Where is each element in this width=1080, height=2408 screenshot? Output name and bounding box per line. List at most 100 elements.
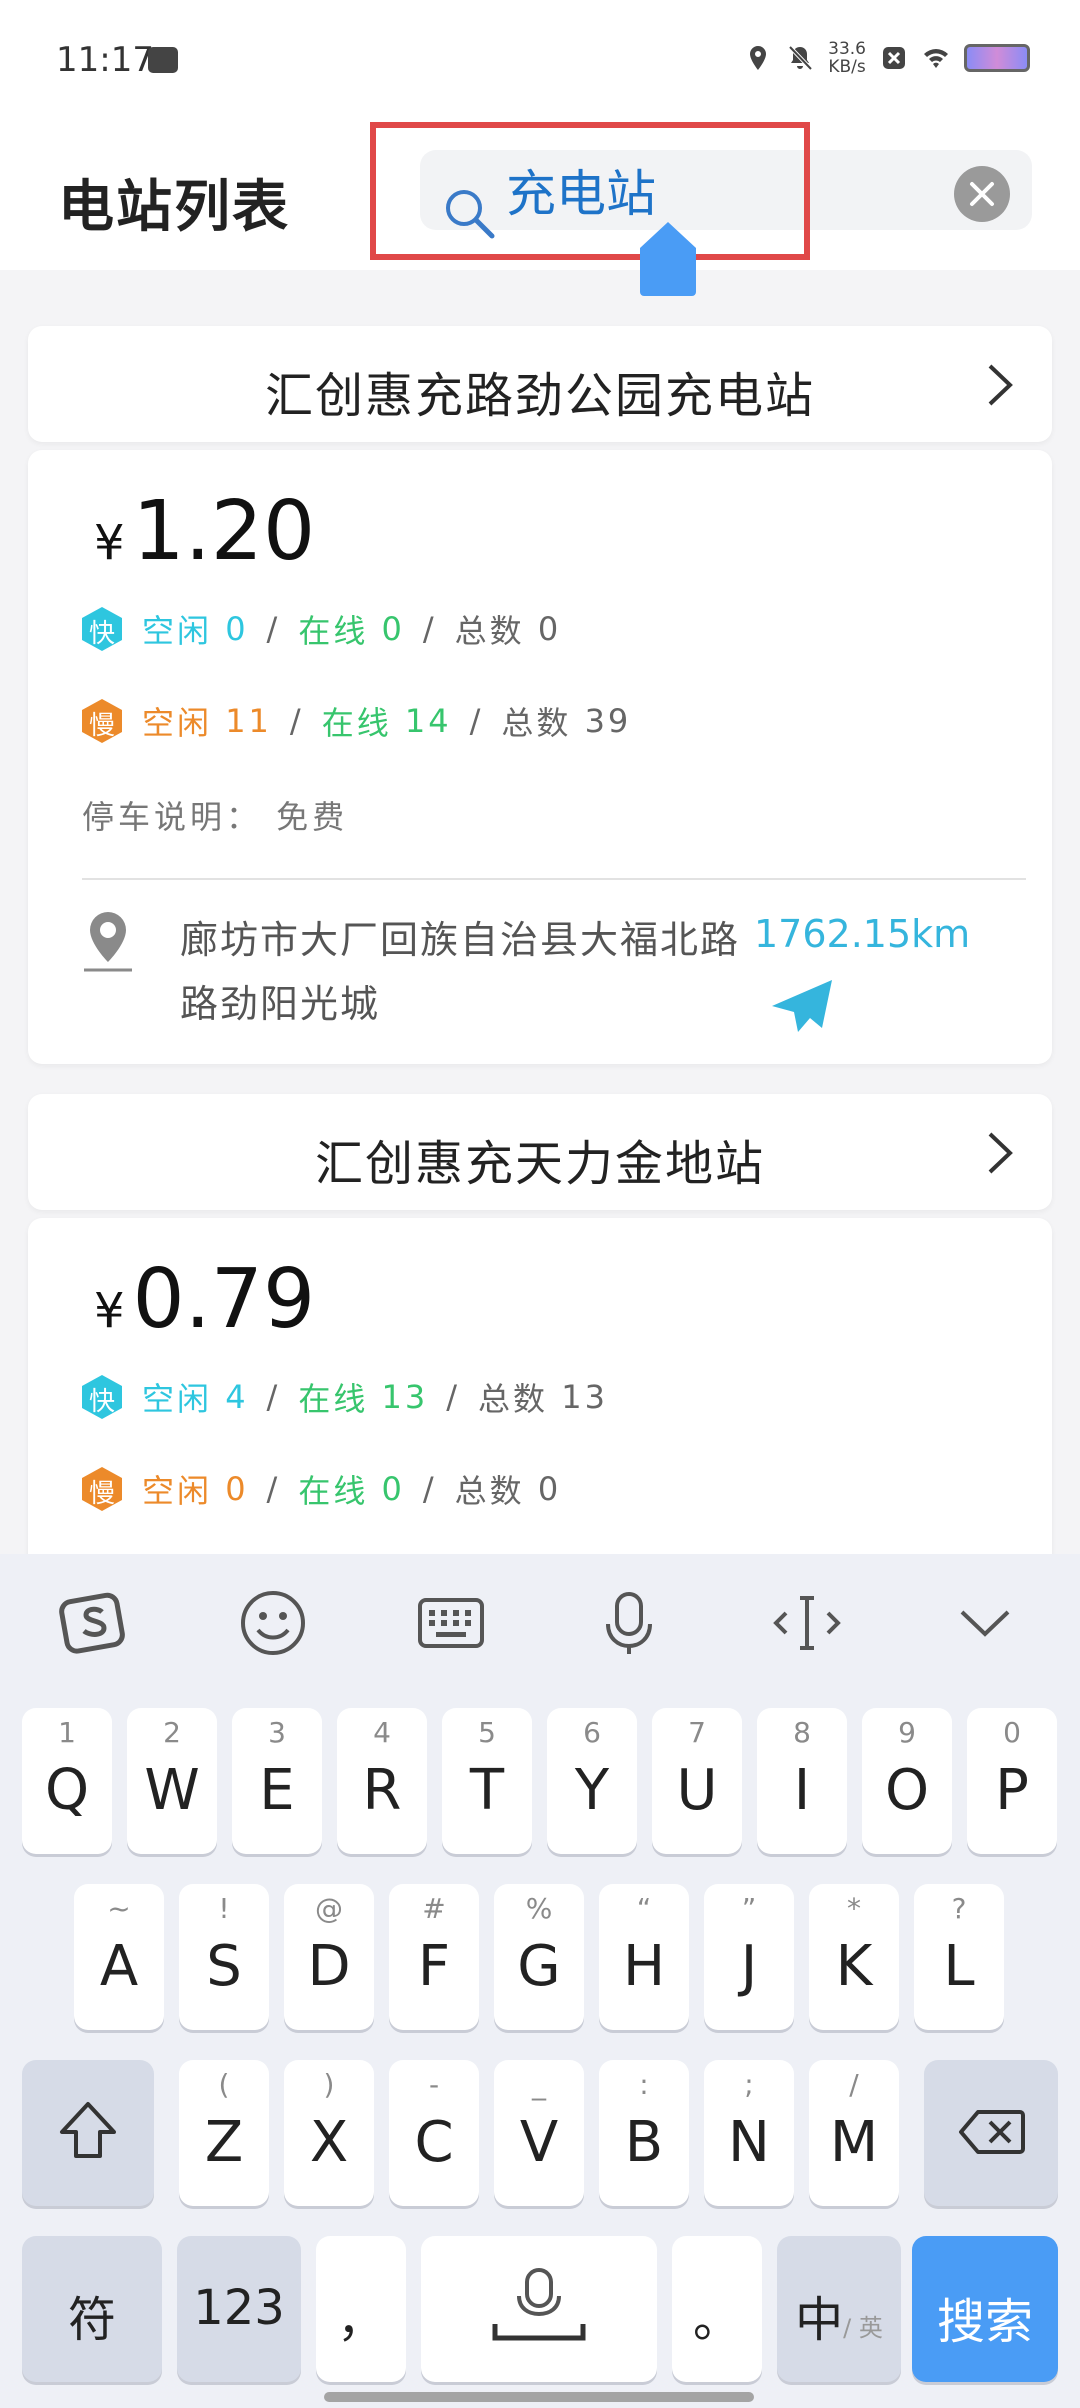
slow-charger-line: 慢 空闲 0 / 在线 0 / 总数 0 (82, 1466, 561, 1512)
key-hint: “ (636, 1892, 652, 1925)
text-cursor-handle[interactable] (640, 222, 696, 296)
key-hint: ” (741, 1892, 757, 1925)
key-label: Z (204, 2110, 244, 2175)
key-r[interactable]: 4R (337, 1708, 427, 1854)
search-input[interactable] (506, 158, 926, 222)
slow-badge-label: 慢 (88, 711, 115, 741)
key-hint: * (847, 1892, 861, 1925)
key-b[interactable]: :B (599, 2060, 689, 2206)
microphone-icon[interactable] (594, 1588, 664, 1658)
period-key[interactable]: 。 (672, 2236, 762, 2382)
collapse-icon[interactable] (950, 1588, 1020, 1658)
key-o[interactable]: 9O (862, 1708, 952, 1854)
speed-value: 33.6 (828, 39, 866, 59)
key-p[interactable]: 0P (967, 1708, 1057, 1854)
idle-label: 空闲 (142, 1380, 213, 1418)
idle-count: 0 (225, 610, 249, 648)
key-l[interactable]: ? L (914, 1884, 1004, 2030)
search-box[interactable] (420, 150, 1032, 239)
soft-keyboard: 1Q 2W 3E 4R 5T 6Y 7U 8I 9O 0P ~ A ! S @ D #… (0, 1554, 1080, 2408)
key-q[interactable]: 1Q (22, 1708, 112, 1854)
key-w[interactable]: 2W (127, 1708, 217, 1854)
separator: / (446, 1378, 461, 1416)
separator: / (469, 702, 484, 740)
key-a[interactable]: ~ A (74, 1884, 164, 2030)
key-g[interactable]: % G (494, 1884, 584, 2030)
key-hint: : (639, 2068, 649, 2101)
language-key[interactable]: 中/ 英 (777, 2236, 901, 2382)
online-label: 在线 (298, 1380, 369, 1418)
key-hint: 7 (688, 1716, 706, 1749)
comma-key[interactable]: ， (316, 2236, 406, 2382)
key-v[interactable]: _ V (494, 2060, 584, 2206)
home-indicator[interactable] (324, 2392, 754, 2402)
key-label: E (259, 1758, 295, 1823)
key-hint: ! (218, 1892, 230, 1925)
currency-symbol: ¥ (94, 515, 125, 571)
key-label: W (144, 1758, 200, 1823)
symbol-key[interactable]: 符 (22, 2236, 162, 2382)
key-t[interactable]: 5T (442, 1708, 532, 1854)
key-hint: 5 (478, 1716, 496, 1749)
voice-space-icon (492, 2268, 586, 2341)
key-j[interactable]: ” J (704, 1884, 794, 2030)
fast-badge: 快 (82, 607, 122, 651)
separator: / (266, 1470, 281, 1508)
key-label: T (469, 1758, 505, 1823)
idle-count: 11 (225, 702, 272, 740)
station-header[interactable]: 汇创惠充天力金地站 (28, 1094, 1052, 1210)
key-h[interactable]: “H (599, 1884, 689, 2030)
key-label: F (417, 1934, 451, 1999)
lang-main: 中 (795, 2292, 844, 2348)
key-label: 123 (193, 2280, 285, 2336)
keyboard-toolbar (0, 1554, 1080, 1694)
key-d[interactable]: @ D (284, 1884, 374, 2030)
idle-count: 0 (225, 1470, 249, 1508)
search-key[interactable]: 搜索 (912, 2236, 1058, 2382)
number-key[interactable]: 123 (177, 2236, 301, 2382)
idle-label: 空闲 (142, 612, 213, 650)
key-u[interactable]: 7U (652, 1708, 742, 1854)
key-i[interactable]: 8I (757, 1708, 847, 1854)
idle-count: 4 (225, 1378, 249, 1416)
station-card[interactable]: ¥ 1.20 快 空闲 0 / 在线 0 / 总数 0 慢 空闲 11 / 在线… (28, 450, 1052, 1064)
station-header[interactable]: 汇创惠充路劲公园充电站 (28, 326, 1052, 442)
backspace-icon (959, 2110, 1025, 2154)
key-n[interactable]: ; N (704, 2060, 794, 2206)
keyboard-icon[interactable] (416, 1588, 486, 1658)
language-label: 中/ 英 (777, 2280, 901, 2350)
emoji-icon[interactable] (238, 1588, 308, 1658)
key-y[interactable]: 6Y (547, 1708, 637, 1854)
backspace-key[interactable] (924, 2060, 1058, 2206)
shift-key[interactable] (22, 2060, 154, 2206)
key-k[interactable]: * K (809, 1884, 899, 2030)
key-hint: # (422, 1892, 446, 1925)
key-e[interactable]: 3E (232, 1708, 322, 1854)
navigate-icon[interactable] (770, 978, 834, 1034)
clear-search-button[interactable] (954, 166, 1010, 222)
key-s[interactable]: ! S (179, 1884, 269, 2030)
clear-icon (970, 182, 994, 206)
online-count: 0 (381, 610, 405, 648)
key-c[interactable]: -C (389, 2060, 479, 2206)
cursor-icon[interactable] (772, 1588, 842, 1658)
sogou-logo-icon[interactable] (58, 1588, 128, 1658)
space-key[interactable] (421, 2236, 657, 2382)
key-label: ， (336, 2292, 385, 2348)
total-label: 总数 (478, 1380, 549, 1418)
message-icon (148, 47, 178, 73)
fast-badge-label: 快 (88, 619, 115, 649)
key-z[interactable]: (Z (179, 2060, 269, 2206)
key-m[interactable]: / M (809, 2060, 899, 2206)
separator: / (422, 610, 437, 648)
total-count: 13 (561, 1378, 608, 1416)
online-count: 0 (381, 1470, 405, 1508)
key-x[interactable]: ) X (284, 2060, 374, 2206)
online-count: 14 (404, 702, 452, 740)
total-count: 0 (537, 1470, 562, 1508)
slow-badge: 慢 (82, 699, 122, 743)
shift-icon (60, 2102, 116, 2158)
key-f[interactable]: # F (389, 1884, 479, 2030)
chevron-right-icon (988, 1132, 1013, 1174)
speed-unit: KB/s (828, 57, 866, 77)
